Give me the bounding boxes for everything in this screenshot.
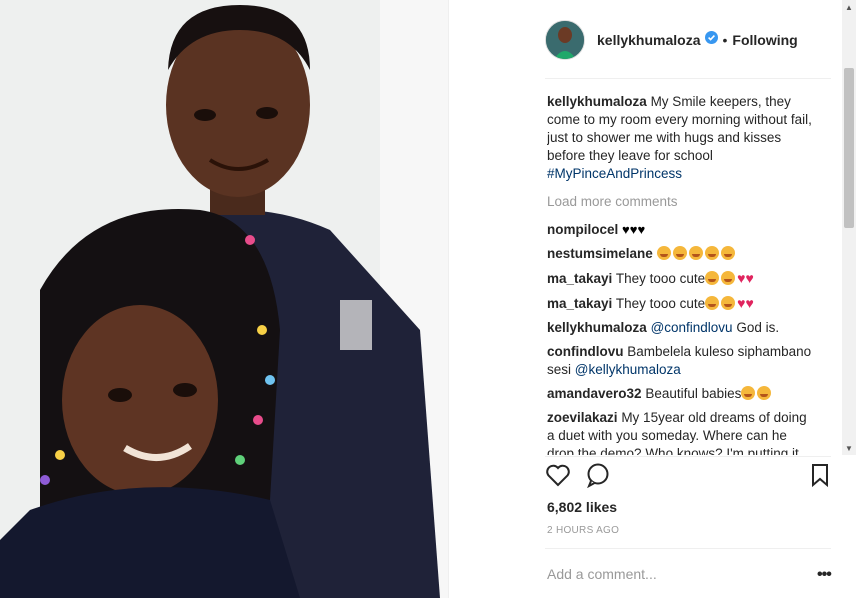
kiss-face-icon — [705, 271, 720, 285]
comment-username[interactable]: ma_takayi — [547, 271, 612, 286]
kiss-face-icon — [672, 246, 687, 260]
comment-username[interactable]: confindlovu — [547, 344, 624, 359]
kiss-face-icon — [704, 246, 719, 260]
comment-text: God is. — [736, 320, 780, 335]
comment-item: nestumsimelane — [547, 245, 817, 263]
header-divider — [545, 78, 831, 79]
comment-item: confindlovu Bambelela kuleso siphambano … — [547, 343, 817, 379]
avatar[interactable] — [545, 20, 585, 60]
children-photo-illustration — [0, 0, 448, 598]
scrollbar-thumb[interactable] — [844, 68, 854, 228]
scroll-down-arrow-icon[interactable]: ▼ — [842, 441, 856, 455]
comment-text: Beautiful babies — [645, 386, 742, 401]
comment-username[interactable]: nompilocel — [547, 222, 618, 237]
post-actions — [545, 462, 831, 492]
post-side-panel: kellykhumaloza • Following kellykhumaloz… — [448, 0, 856, 598]
comment-item: kellykhumaloza @confindlovu God is. — [547, 319, 817, 337]
verified-badge-icon — [704, 31, 718, 49]
like-heart-icon[interactable] — [545, 462, 571, 488]
post-header: kellykhumaloza • Following — [545, 18, 798, 62]
kiss-face-icon — [721, 271, 736, 285]
comment-bubble-icon[interactable] — [585, 462, 611, 489]
post-author-username[interactable]: kellykhumaloza — [597, 32, 701, 48]
comment-input-divider — [545, 548, 831, 549]
comments-scrollbar[interactable]: ▲ ▼ — [842, 0, 856, 455]
post-photo[interactable] — [0, 0, 448, 598]
comment-username[interactable]: amandavero32 — [547, 386, 642, 401]
comment-mention[interactable]: @confindlovu — [651, 320, 733, 335]
comment-item: ma_takayi They tooo cute ♥♥ — [547, 294, 817, 313]
comment-username[interactable]: ma_takayi — [547, 296, 612, 311]
separator-dot: • — [722, 32, 728, 48]
kiss-face-icon — [720, 246, 735, 260]
comment-text: They tooo cute — [615, 271, 706, 286]
heart-eyes-icon — [741, 386, 756, 400]
add-comment-input[interactable]: Add a comment... — [547, 566, 657, 582]
kiss-face-icon — [688, 246, 703, 260]
comment-item: amandavero32 Beautiful babies — [547, 385, 817, 403]
comment-username[interactable]: nestumsimelane — [547, 246, 653, 261]
red-heart-icon: ♥♥ — [737, 270, 754, 286]
kiss-face-icon — [721, 296, 736, 310]
caption-username[interactable]: kellykhumaloza — [547, 94, 647, 109]
comment-username[interactable]: kellykhumaloza — [547, 320, 647, 335]
heart-eyes-icon — [757, 386, 772, 400]
like-count[interactable]: 6,802 likes — [547, 499, 617, 515]
comment-item: nompilocel ♥♥♥ — [547, 221, 817, 239]
scroll-up-arrow-icon[interactable]: ▲ — [842, 0, 856, 14]
caption-hashtag[interactable]: #MyPinceAndPrincess — [547, 166, 682, 181]
caption: kellykhumaloza My Smile keepers, they co… — [547, 93, 817, 183]
bookmark-icon[interactable] — [807, 462, 833, 488]
actions-divider — [545, 456, 831, 457]
avatar-image-icon — [546, 21, 584, 59]
post-timestamp: 2 HOURS AGO — [547, 525, 620, 536]
comment-item: ma_takayi They tooo cute ♥♥ — [547, 269, 817, 288]
comment-username[interactable]: zoevilakazi — [547, 410, 618, 425]
following-button[interactable]: Following — [732, 32, 797, 48]
more-options-icon[interactable]: ••• — [817, 566, 832, 584]
load-more-comments-button[interactable]: Load more comments — [547, 193, 817, 211]
kiss-face-icon — [656, 246, 671, 260]
comments-list: kellykhumaloza My Smile keepers, they co… — [547, 93, 817, 455]
comment-mention[interactable]: @kellykhumaloza — [575, 362, 681, 377]
comment-text: They tooo cute — [615, 296, 706, 311]
comment-item: zoevilakazi My 15year old dreams of doin… — [547, 409, 817, 455]
red-heart-icon: ♥♥ — [737, 295, 754, 311]
black-heart-icon: ♥♥♥ — [622, 222, 646, 237]
kiss-face-icon — [705, 296, 720, 310]
